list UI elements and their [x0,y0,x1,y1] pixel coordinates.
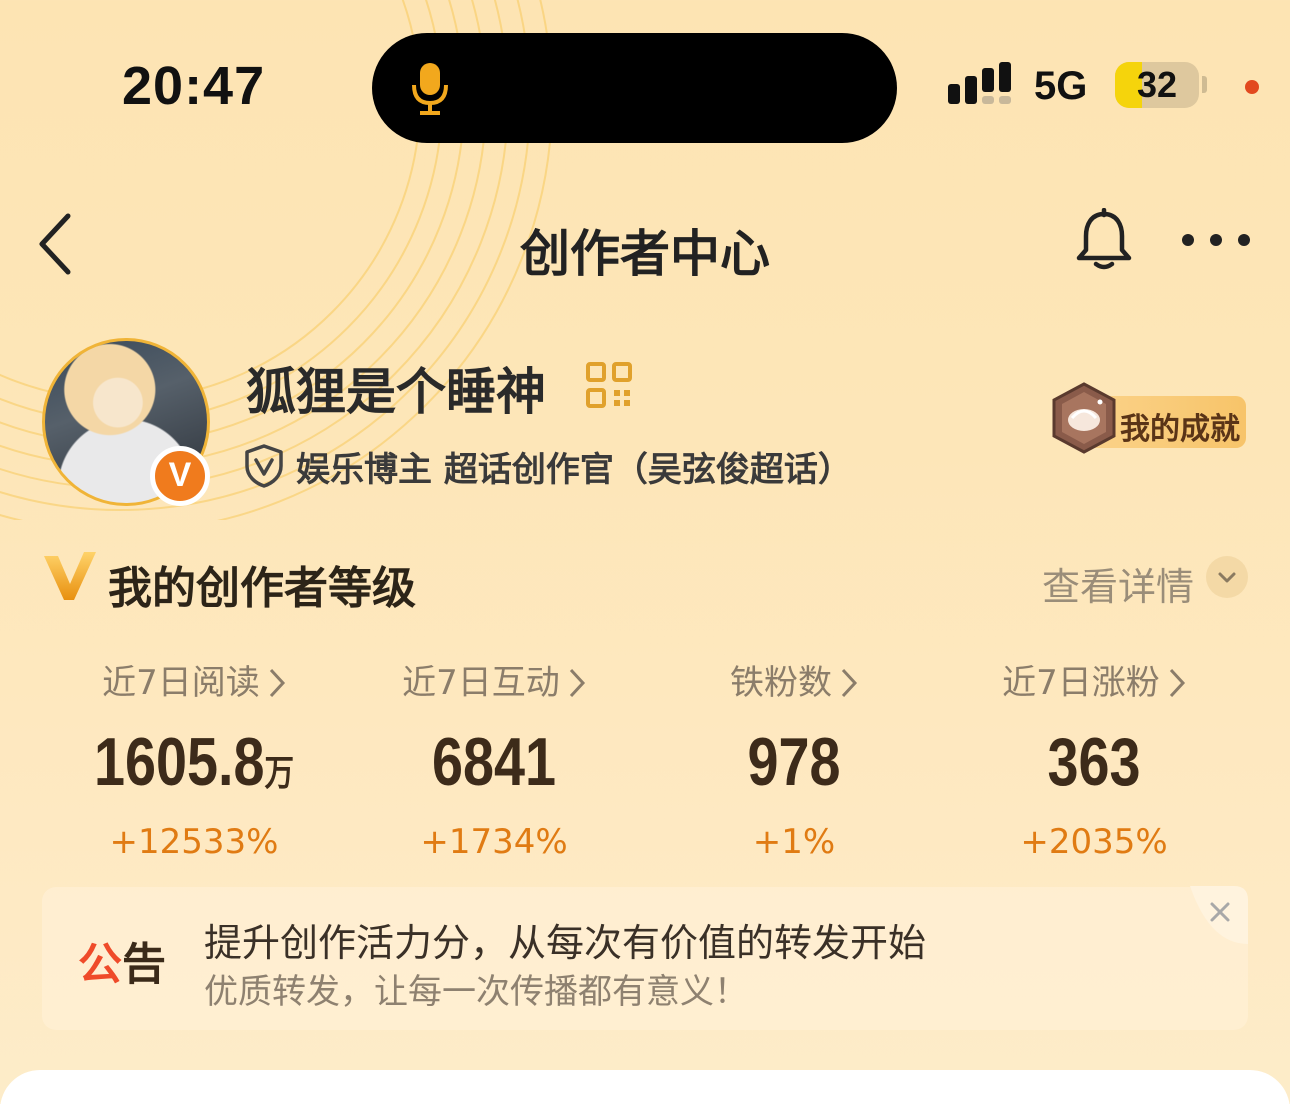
v-logo-icon [44,552,96,600]
battery-cap [1202,76,1207,93]
stat-change: +1% [752,822,836,862]
content-card [0,1070,1290,1104]
creator-level-title: 我的创作者等级 [108,563,416,614]
stat-iron-fans[interactable]: 铁粉数 978 +1% [644,660,944,862]
achievement-label: 我的成就 [1120,412,1240,447]
stat-reads[interactable]: 近7日阅读 1605.8万 +12533% [44,660,344,862]
verified-badge: V [150,446,210,506]
dynamic-island [372,33,897,143]
stat-label: 铁粉数 [730,663,832,703]
stat-label: 近7日互动 [402,663,560,703]
close-icon[interactable] [1190,886,1248,944]
stat-value: 978 [747,724,841,800]
stat-value: 1605.8 [93,724,265,800]
chevron-right-icon [841,668,858,698]
chevron-down-icon[interactable] [1206,556,1248,598]
announcement-tag-first: 公 [78,939,122,990]
username: 狐狸是个睡神 [246,363,546,421]
chevron-right-icon [269,668,285,698]
recording-dot-icon [1245,80,1259,94]
battery-percent: 32 [1136,64,1178,105]
announcement-title: 提升创作活力分，从每次有价值的转发开始 [204,921,927,965]
achievement-medal-icon [1052,382,1116,454]
stat-value: 363 [1047,724,1141,800]
network-type: 5G [1034,64,1088,108]
mic-icon [412,63,448,115]
announcement-tag-rest: 告 [122,939,166,990]
stat-interactions[interactable]: 近7日互动 6841 +1734% [344,660,644,862]
shield-v-icon [245,444,283,488]
signal-icon [948,62,1011,104]
stat-change: +1734% [420,822,568,862]
stat-label: 近7日涨粉 [1002,663,1160,703]
status-time: 20:47 [122,56,266,116]
qr-code-icon[interactable] [586,362,632,408]
chevron-right-icon [569,668,585,698]
stat-new-followers[interactable]: 近7日涨粉 363 +2035% [944,660,1244,862]
view-details-link[interactable]: 查看详情 [1042,556,1194,611]
bell-icon[interactable] [1074,208,1134,272]
more-icon[interactable] [1178,230,1254,250]
stat-unit: 万 [264,753,295,794]
announcement-tag: 公告 [78,928,166,992]
announcement-subtitle: 优质转发，让每一次传播都有意义！ [204,972,748,1012]
verification-text: 娱乐博主 超话创作官（吴弦俊超话） [296,450,852,490]
stat-change: +2035% [1020,822,1168,862]
stat-change: +12533% [109,822,279,862]
stat-label: 近7日阅读 [102,663,260,703]
chevron-right-icon [1169,668,1185,698]
stat-value: 6841 [431,724,557,800]
battery-icon: 32 [1115,62,1199,108]
